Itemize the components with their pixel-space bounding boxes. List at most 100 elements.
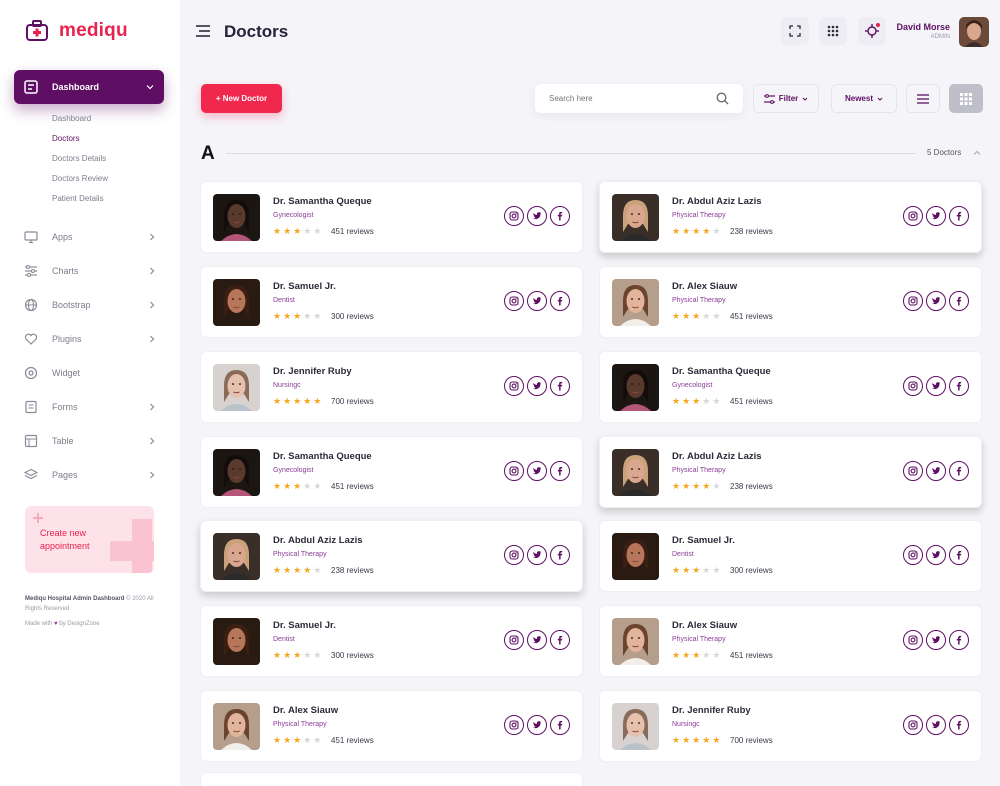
doctor-card[interactable]: Dr. Abdul Aziz Lazis Physical Therapy ★ ★ ★ ★… bbox=[599, 436, 982, 508]
twitter-icon[interactable] bbox=[527, 715, 547, 735]
doctor-name[interactable]: Dr. Abdul Aziz Lazis bbox=[672, 196, 762, 207]
sidebar-item-forms[interactable]: Forms bbox=[24, 390, 156, 424]
facebook-icon[interactable] bbox=[949, 291, 969, 311]
facebook-icon[interactable] bbox=[550, 630, 570, 650]
hamburger-menu-icon[interactable] bbox=[196, 25, 210, 37]
facebook-icon[interactable] bbox=[550, 461, 570, 481]
doctor-name[interactable]: Dr. Samantha Queque bbox=[273, 451, 372, 462]
sidebar-item-bootstrap[interactable]: Bootstrap bbox=[24, 288, 156, 322]
twitter-icon[interactable] bbox=[527, 376, 547, 396]
new-doctor-button[interactable]: + New Doctor bbox=[201, 84, 282, 113]
doctor-name[interactable]: Dr. Alex Siauw bbox=[672, 620, 737, 631]
twitter-icon[interactable] bbox=[926, 630, 946, 650]
sidebar-item-charts[interactable]: Charts bbox=[24, 254, 156, 288]
doctor-card-partial[interactable] bbox=[200, 772, 583, 786]
sort-dropdown[interactable]: Newest bbox=[831, 84, 897, 113]
twitter-icon[interactable] bbox=[527, 291, 547, 311]
facebook-icon[interactable] bbox=[550, 376, 570, 396]
doctor-card[interactable]: Dr. Jennifer Ruby Nursingc ★ ★ ★ ★ ★ 700 review… bbox=[200, 351, 583, 423]
twitter-icon[interactable] bbox=[926, 461, 946, 481]
chevron-up-icon[interactable] bbox=[973, 149, 981, 157]
instagram-icon[interactable] bbox=[504, 376, 524, 396]
logo[interactable]: mediqu bbox=[25, 19, 128, 43]
doctor-name[interactable]: Dr. Alex Siauw bbox=[273, 705, 338, 716]
facebook-icon[interactable] bbox=[949, 715, 969, 735]
search-input[interactable] bbox=[549, 94, 716, 103]
doctor-name[interactable]: Dr. Samuel Jr. bbox=[273, 281, 336, 292]
facebook-icon[interactable] bbox=[949, 206, 969, 226]
doctor-name[interactable]: Dr. Jennifer Ruby bbox=[672, 705, 751, 716]
facebook-icon[interactable] bbox=[949, 545, 969, 565]
instagram-icon[interactable] bbox=[903, 206, 923, 226]
doctor-card[interactable]: Dr. Abdul Aziz Lazis Physical Therapy ★ ★ ★ ★… bbox=[200, 520, 583, 592]
instagram-icon[interactable] bbox=[903, 545, 923, 565]
doctor-name[interactable]: Dr. Samuel Jr. bbox=[273, 620, 336, 631]
doctor-name[interactable]: Dr. Jennifer Ruby bbox=[273, 366, 352, 377]
apps-grid-button[interactable] bbox=[819, 17, 847, 45]
twitter-icon[interactable] bbox=[926, 545, 946, 565]
subnav-item-doctors-details[interactable]: Doctors Details bbox=[52, 153, 108, 173]
sidebar-item-dashboard[interactable]: Dashboard bbox=[14, 70, 164, 104]
facebook-icon[interactable] bbox=[949, 630, 969, 650]
doctor-card[interactable]: Dr. Alex Siauw Physical Therapy ★ ★ ★ ★ ★ 451 r… bbox=[200, 690, 583, 762]
facebook-icon[interactable] bbox=[949, 461, 969, 481]
subnav-item-patient-details[interactable]: Patient Details bbox=[52, 193, 108, 213]
twitter-icon[interactable] bbox=[926, 206, 946, 226]
doctor-card[interactable]: Dr. Jennifer Ruby Nursingc ★ ★ ★ ★ ★ 700 review… bbox=[599, 690, 982, 762]
sidebar-item-plugins[interactable]: Plugins bbox=[24, 322, 156, 356]
sidebar-item-widget[interactable]: Widget bbox=[24, 356, 156, 390]
instagram-icon[interactable] bbox=[903, 630, 923, 650]
instagram-icon[interactable] bbox=[504, 291, 524, 311]
doctor-name[interactable]: Dr. Samuel Jr. bbox=[672, 535, 735, 546]
avatar[interactable] bbox=[959, 17, 989, 47]
facebook-icon[interactable] bbox=[550, 715, 570, 735]
doctor-card[interactable]: Dr. Alex Siauw Physical Therapy ★ ★ ★ ★ ★ 451 r… bbox=[599, 605, 982, 677]
twitter-icon[interactable] bbox=[527, 206, 547, 226]
sidebar-item-apps[interactable]: Apps bbox=[24, 220, 156, 254]
subnav-item-doctors[interactable]: Doctors bbox=[52, 133, 108, 153]
twitter-icon[interactable] bbox=[926, 715, 946, 735]
instagram-icon[interactable] bbox=[903, 376, 923, 396]
doctor-card[interactable]: Dr. Samuel Jr. Dentist ★ ★ ★ ★ ★ 300 reviews bbox=[200, 605, 583, 677]
instagram-icon[interactable] bbox=[504, 206, 524, 226]
doctor-name[interactable]: Dr. Samantha Queque bbox=[672, 366, 771, 377]
doctor-card[interactable]: Dr. Samantha Queque Gynecologist ★ ★ ★ ★ ★ 451 … bbox=[200, 181, 583, 253]
sidebar-item-pages[interactable]: Pages bbox=[24, 458, 156, 492]
twitter-icon[interactable] bbox=[527, 630, 547, 650]
search-icon[interactable] bbox=[716, 92, 729, 105]
doctor-card[interactable]: Dr. Samuel Jr. Dentist ★ ★ ★ ★ ★ 300 reviews bbox=[200, 266, 583, 338]
doctor-card[interactable]: Dr. Abdul Aziz Lazis Physical Therapy ★ ★ ★ ★… bbox=[599, 181, 982, 253]
doctor-name[interactable]: Dr. Alex Siauw bbox=[672, 281, 737, 292]
instagram-icon[interactable] bbox=[504, 461, 524, 481]
facebook-icon[interactable] bbox=[550, 291, 570, 311]
sidebar-item-table[interactable]: Table bbox=[24, 424, 156, 458]
instagram-icon[interactable] bbox=[504, 630, 524, 650]
twitter-icon[interactable] bbox=[926, 291, 946, 311]
doctor-card[interactable]: Dr. Samantha Queque Gynecologist ★ ★ ★ ★ ★ 451 … bbox=[599, 351, 982, 423]
star-icon: ★ bbox=[303, 396, 312, 406]
create-appointment-card[interactable]: Create new appointment bbox=[25, 506, 154, 573]
fullscreen-button[interactable] bbox=[781, 17, 809, 45]
twitter-icon[interactable] bbox=[527, 545, 547, 565]
doctor-card[interactable]: Dr. Alex Siauw Physical Therapy ★ ★ ★ ★ ★ 451 r… bbox=[599, 266, 982, 338]
facebook-icon[interactable] bbox=[550, 545, 570, 565]
doctor-name[interactable]: Dr. Abdul Aziz Lazis bbox=[273, 535, 363, 546]
subnav-item-doctors-review[interactable]: Doctors Review bbox=[52, 173, 108, 193]
instagram-icon[interactable] bbox=[903, 291, 923, 311]
instagram-icon[interactable] bbox=[903, 461, 923, 481]
grid-view-button[interactable] bbox=[949, 84, 983, 113]
facebook-icon[interactable] bbox=[550, 206, 570, 226]
doctor-name[interactable]: Dr. Samantha Queque bbox=[273, 196, 372, 207]
instagram-icon[interactable] bbox=[903, 715, 923, 735]
facebook-icon[interactable] bbox=[949, 376, 969, 396]
subnav-item-dashboard[interactable]: Dashboard bbox=[52, 113, 108, 133]
instagram-icon[interactable] bbox=[504, 715, 524, 735]
filter-button[interactable]: Filter bbox=[753, 84, 819, 113]
list-view-button[interactable] bbox=[906, 84, 940, 113]
doctor-card[interactable]: Dr. Samuel Jr. Dentist ★ ★ ★ ★ ★ 300 reviews bbox=[599, 520, 982, 592]
doctor-card[interactable]: Dr. Samantha Queque Gynecologist ★ ★ ★ ★ ★ 451 … bbox=[200, 436, 583, 508]
twitter-icon[interactable] bbox=[527, 461, 547, 481]
instagram-icon[interactable] bbox=[504, 545, 524, 565]
doctor-name[interactable]: Dr. Abdul Aziz Lazis bbox=[672, 451, 762, 462]
twitter-icon[interactable] bbox=[926, 376, 946, 396]
